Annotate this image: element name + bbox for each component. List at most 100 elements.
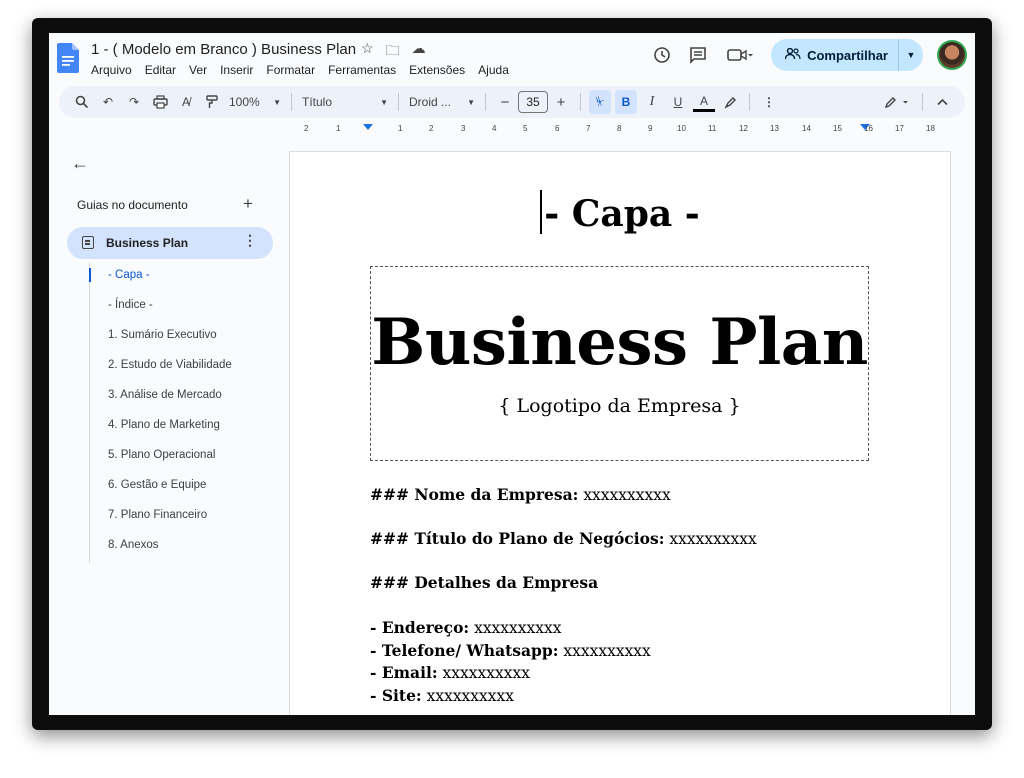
increase-font-size-icon[interactable]: + xyxy=(550,90,572,114)
highlight-pen-icon[interactable] xyxy=(719,90,741,114)
logo-placeholder[interactable]: { Logotipo da Empresa } xyxy=(371,395,868,417)
move-folder-icon[interactable]: 🗀 xyxy=(386,40,400,64)
redo-icon[interactable]: ↷ xyxy=(123,90,145,114)
add-tab-icon[interactable]: + xyxy=(243,194,253,214)
line-value: xxxxxxxxxx xyxy=(442,664,530,682)
ruler-tick: 9 xyxy=(648,124,653,133)
search-menus-icon[interactable] xyxy=(71,90,93,114)
style-select[interactable]: Título ▼ xyxy=(298,90,392,114)
outline-item-plano-marketing[interactable]: 4. Plano de Marketing xyxy=(90,413,280,443)
account-avatar[interactable] xyxy=(937,40,967,70)
share-button[interactable]: Compartilhar xyxy=(771,39,898,71)
share-dropdown-button[interactable]: ▼ xyxy=(898,39,923,71)
line-value: xxxxxxxxxx xyxy=(563,642,651,660)
collapse-menu-icon[interactable] xyxy=(931,90,953,114)
editing-mode-icon[interactable] xyxy=(880,90,914,114)
outline-item-indice[interactable]: - Índice - xyxy=(90,293,280,323)
back-arrow-icon[interactable]: ← xyxy=(71,153,89,174)
company-name-line[interactable]: ### Nome da Empresa: xxxxxxxxxx xyxy=(370,485,671,504)
zoom-value: 100% xyxy=(229,95,260,109)
ruler-tick: 1 xyxy=(398,124,403,133)
line-label: - Endereço: xyxy=(370,618,470,637)
cover-title[interactable]: Business Plan xyxy=(371,305,868,380)
menu-extensoes[interactable]: Extensões xyxy=(409,63,465,77)
more-options-icon[interactable]: ⋮ xyxy=(758,90,780,114)
cloud-status-icon[interactable]: ☁ xyxy=(412,40,426,64)
document-page[interactable]: - Capa - Business Plan { Logotipo da Emp… xyxy=(289,151,951,715)
menu-arquivo[interactable]: Arquivo xyxy=(91,63,132,77)
paint-format-icon[interactable] xyxy=(201,90,223,114)
text-cursor xyxy=(540,190,543,234)
address-line[interactable]: - Endereço: xxxxxxxxxx xyxy=(370,618,562,637)
tab-label: Business Plan xyxy=(106,236,189,250)
spellcheck-icon[interactable]: A̸ xyxy=(175,90,197,114)
menu-ajuda[interactable]: Ajuda xyxy=(478,63,509,77)
page-heading[interactable]: - Capa - xyxy=(290,190,950,235)
menu-ferramentas[interactable]: Ferramentas xyxy=(328,63,396,77)
docs-logo-icon[interactable] xyxy=(57,43,79,73)
outline-item-anexos[interactable]: 8. Anexos xyxy=(90,533,280,563)
bold-button[interactable]: B xyxy=(615,90,637,114)
ruler-tick: 15 xyxy=(833,124,842,133)
email-line[interactable]: - Email: xxxxxxxxxx xyxy=(370,663,530,682)
version-history-icon[interactable] xyxy=(651,44,673,66)
meet-icon[interactable] xyxy=(723,44,757,66)
underline-button[interactable]: U xyxy=(667,90,689,114)
outline-item-gestao-equipe[interactable]: 6. Gestão e Equipe xyxy=(90,473,280,503)
site-line[interactable]: - Site: xxxxxxxxxx xyxy=(370,686,514,705)
outline-item-analise-mercado[interactable]: 3. Análise de Mercado xyxy=(90,383,280,413)
star-icon[interactable]: ☆ xyxy=(361,40,374,64)
sidebar-heading: Guias no documento xyxy=(77,198,188,212)
undo-icon[interactable]: ↶ xyxy=(97,90,119,114)
outline-item-sumario-executivo[interactable]: 1. Sumário Executivo xyxy=(90,323,280,353)
menu-ver[interactable]: Ver xyxy=(189,63,207,77)
ruler-tick: 17 xyxy=(895,124,904,133)
share-button-group: Compartilhar ▼ xyxy=(771,39,923,71)
plan-title-line[interactable]: ### Título do Plano de Negócios: xxxxxxx… xyxy=(370,529,757,548)
toolbar-divider xyxy=(749,93,750,111)
style-value: Título xyxy=(302,95,333,109)
line-value: xxxxxxxxxx xyxy=(474,619,562,637)
toolbar-divider xyxy=(922,93,923,111)
line-value: xxxxxxxxxx xyxy=(583,486,671,504)
outline-item-plano-operacional[interactable]: 5. Plano Operacional xyxy=(90,443,280,473)
decrease-font-size-icon[interactable]: − xyxy=(494,90,516,114)
phone-line[interactable]: - Telefone/ Whatsapp: xxxxxxxxxx xyxy=(370,641,651,660)
toolbar-divider xyxy=(398,93,399,111)
ruler-tick: 2 xyxy=(304,124,309,133)
comments-icon[interactable] xyxy=(687,44,709,66)
sidebar-tab-business-plan[interactable]: Business Plan ⋮ xyxy=(67,227,273,259)
font-size-input[interactable]: 35 xyxy=(518,91,548,113)
menu-editar[interactable]: Editar xyxy=(145,63,176,77)
outline-item-plano-financeiro[interactable]: 7. Plano Financeiro xyxy=(90,503,280,533)
cover-table[interactable]: Business Plan { Logotipo da Empresa } xyxy=(370,266,869,461)
tab-more-options-icon[interactable]: ⋮ xyxy=(243,232,257,249)
font-select[interactable]: Droid ... ▼ xyxy=(405,90,479,114)
menu-formatar[interactable]: Formatar xyxy=(266,63,315,77)
outline-item-capa[interactable]: - Capa - xyxy=(89,263,280,293)
font-value: Droid ... xyxy=(409,95,452,109)
text-color-button[interactable]: A xyxy=(693,93,715,112)
line-label: ### Detalhes da Empresa xyxy=(370,573,599,592)
toolbar: ↶ ↷ A̸ 100% ▼ Título ▼ Droid ... ▼ − 35 … xyxy=(59,86,965,118)
horizontal-ruler[interactable]: 2 1 1 2 3 4 5 6 7 8 9 10 11 12 13 14 15 … xyxy=(289,123,975,137)
document-tab-icon xyxy=(82,236,94,249)
ruler-tick: 16 xyxy=(864,124,873,133)
ruler-tick: 12 xyxy=(739,124,748,133)
italic-button[interactable]: I xyxy=(641,90,663,114)
line-spacing-icon[interactable]: ⏧ xyxy=(589,90,611,114)
line-value: xxxxxxxxxx xyxy=(426,687,515,705)
ruler-tick: 5 xyxy=(523,124,528,133)
share-label: Compartilhar xyxy=(807,47,888,63)
outline-item-estudo-viabilidade[interactable]: 2. Estudo de Viabilidade xyxy=(90,353,280,383)
document-title[interactable]: 1 - ( Modelo em Branco ) Business Plan xyxy=(91,41,356,58)
zoom-select[interactable]: 100% ▼ xyxy=(225,90,285,114)
toolbar-divider xyxy=(291,93,292,111)
print-icon[interactable] xyxy=(149,90,171,114)
company-details-heading[interactable]: ### Detalhes da Empresa xyxy=(370,573,598,592)
google-docs-window: 1 - ( Modelo em Branco ) Business Plan ☆… xyxy=(49,33,975,715)
menu-inserir[interactable]: Inserir xyxy=(220,63,253,77)
page-heading-text: - Capa - xyxy=(544,193,700,235)
menu-bar: Arquivo Editar Ver Inserir Formatar Ferr… xyxy=(91,63,509,77)
left-indent-marker[interactable] xyxy=(363,124,373,130)
